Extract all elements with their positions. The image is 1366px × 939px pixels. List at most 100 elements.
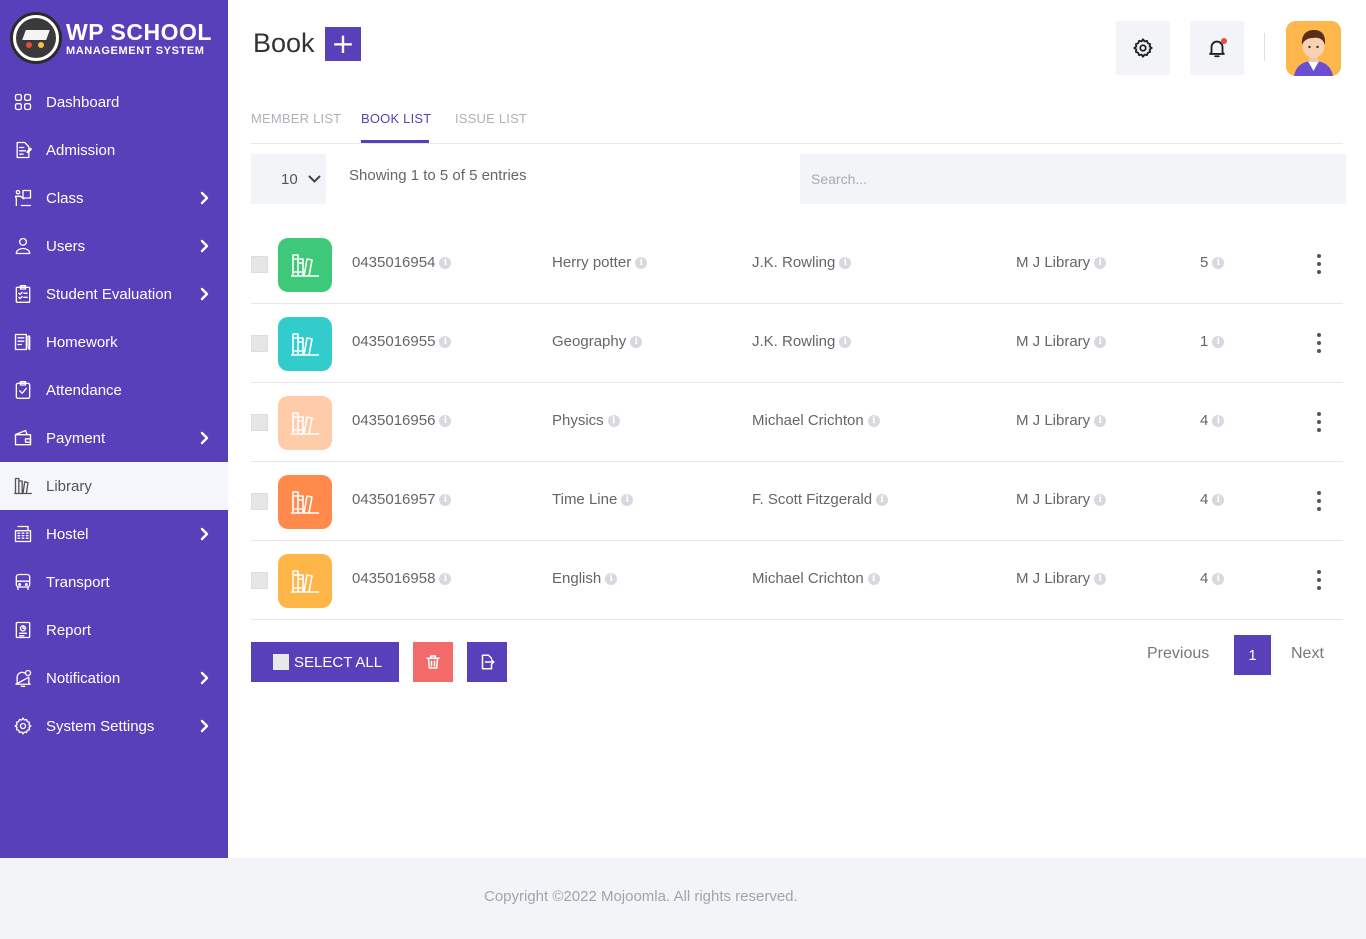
settings-button[interactable] (1116, 21, 1170, 75)
row-checkbox[interactable] (251, 414, 268, 431)
info-icon[interactable]: i (621, 493, 634, 506)
row-actions-kebab-icon[interactable] (1309, 567, 1329, 593)
chevron-right-icon (200, 671, 209, 685)
info-icon[interactable]: i (439, 572, 452, 585)
page-size-select[interactable]: 10 (251, 154, 326, 204)
info-icon[interactable]: i (1212, 572, 1225, 585)
info-icon[interactable]: i (839, 256, 852, 269)
row-checkbox[interactable] (251, 256, 268, 273)
info-icon[interactable]: i (1094, 493, 1107, 506)
info-icon[interactable]: i (439, 335, 452, 348)
info-icon[interactable]: i (1094, 335, 1107, 348)
tab-issue-list[interactable]: ISSUE LIST (455, 111, 527, 126)
row-checkbox[interactable] (251, 572, 268, 589)
sidebar-item-users[interactable]: Users (0, 222, 228, 270)
evaluation-icon (12, 283, 34, 305)
row-actions-kebab-icon[interactable] (1309, 488, 1329, 514)
tab-book-list[interactable]: BOOK LIST (361, 111, 431, 126)
info-icon[interactable]: i (1094, 572, 1107, 585)
sidebar-item-label: Admission (46, 141, 116, 159)
info-icon[interactable]: i (439, 414, 452, 427)
book-library: M J Library (1016, 254, 1091, 271)
book-title-cell: Herry potter i (552, 254, 648, 271)
sidebar-item-label: Notification (46, 669, 121, 687)
checkbox-icon (273, 654, 289, 670)
book-isbn: 0435016956 (352, 412, 436, 429)
sidebar-item-label: System Settings (46, 717, 155, 735)
info-icon[interactable]: i (867, 572, 880, 585)
book-author-cell: Michael Crichton i (752, 412, 880, 429)
avatar[interactable] (1286, 21, 1341, 76)
sidebar-item-hostel[interactable]: Hostel (0, 510, 228, 558)
info-icon[interactable]: i (439, 493, 452, 506)
table-row: 0435016957 i Time Line i F. Scott Fitzgerald… (251, 462, 1343, 541)
notifications-button[interactable] (1190, 21, 1244, 75)
sidebar-item-class[interactable]: Class (0, 174, 228, 222)
page-title: Book (253, 28, 315, 58)
info-icon[interactable]: i (867, 414, 880, 427)
copyright-text: Copyright ©2022 Mojoomla. All rights res… (484, 888, 798, 905)
book-title-cell: Time Line i (552, 491, 634, 508)
book-title: Herry potter (552, 254, 632, 271)
user-icon (12, 235, 34, 257)
row-actions-kebab-icon[interactable] (1309, 251, 1329, 277)
header-divider (1264, 33, 1265, 61)
book-author: Michael Crichton (752, 412, 864, 429)
pagination-page-1[interactable]: 1 (1234, 635, 1271, 675)
homework-icon (12, 331, 34, 353)
wallet-icon (12, 427, 34, 449)
sidebar-item-label: Hostel (46, 525, 89, 543)
sidebar-item-attendance[interactable]: Attendance (0, 366, 228, 414)
info-icon[interactable]: i (630, 335, 643, 348)
chevron-right-icon (200, 431, 209, 445)
info-icon[interactable]: i (1094, 414, 1107, 427)
book-quantity: 4 (1200, 412, 1209, 429)
book-isbn: 0435016958 (352, 570, 436, 587)
info-icon[interactable]: i (439, 256, 452, 269)
row-actions-kebab-icon[interactable] (1309, 330, 1329, 356)
info-icon[interactable]: i (1212, 335, 1225, 348)
add-book-button[interactable]: + (325, 27, 361, 61)
info-icon[interactable]: i (1212, 414, 1225, 427)
sidebar-item-notification[interactable]: Notification (0, 654, 228, 702)
report-icon (12, 619, 34, 641)
book-quantity: 1 (1200, 333, 1209, 350)
export-icon (481, 654, 495, 670)
info-icon[interactable]: i (605, 572, 618, 585)
search-input[interactable] (800, 154, 1346, 204)
sidebar-item-payment[interactable]: Payment (0, 414, 228, 462)
info-icon[interactable]: i (839, 335, 852, 348)
tab-member-list[interactable]: MEMBER LIST (251, 111, 341, 126)
sidebar-item-admission[interactable]: Admission (0, 126, 228, 174)
row-checkbox[interactable] (251, 335, 268, 352)
sidebar-item-system-settings[interactable]: System Settings (0, 702, 228, 750)
info-icon[interactable]: i (1094, 256, 1107, 269)
book-icon (278, 317, 332, 371)
pagination-previous[interactable]: Previous (1147, 645, 1209, 663)
book-title-cell: English i (552, 570, 618, 587)
sidebar-item-dashboard[interactable]: Dashboard (0, 78, 228, 126)
book-library-cell: M J Library i (1016, 333, 1107, 350)
sidebar-item-transport[interactable]: Transport (0, 558, 228, 606)
sidebar-menu: Dashboard Admission Class Users Student Eval… (0, 78, 228, 750)
info-icon[interactable]: i (1212, 256, 1225, 269)
pagination-next[interactable]: Next (1291, 645, 1324, 663)
info-icon[interactable]: i (876, 493, 889, 506)
row-checkbox[interactable] (251, 493, 268, 510)
select-all-button[interactable]: SELECT ALL (251, 642, 399, 682)
sidebar-item-library[interactable]: Library (0, 462, 228, 510)
row-actions-kebab-icon[interactable] (1309, 409, 1329, 435)
info-icon[interactable]: i (607, 414, 620, 427)
sidebar-item-homework[interactable]: Homework (0, 318, 228, 366)
book-library-cell: M J Library i (1016, 412, 1107, 429)
sidebar-item-student-evaluation[interactable]: Student Evaluation (0, 270, 228, 318)
book-quantity-cell: 4i (1200, 570, 1225, 587)
brand[interactable]: WP SCHOOL MANAGEMENT SYSTEM (10, 10, 225, 66)
export-button[interactable] (467, 642, 507, 682)
book-library: M J Library (1016, 333, 1091, 350)
sidebar-item-label: Transport (46, 573, 110, 591)
info-icon[interactable]: i (1212, 493, 1225, 506)
sidebar-item-report[interactable]: Report (0, 606, 228, 654)
delete-button[interactable] (413, 642, 453, 682)
info-icon[interactable]: i (635, 256, 648, 269)
